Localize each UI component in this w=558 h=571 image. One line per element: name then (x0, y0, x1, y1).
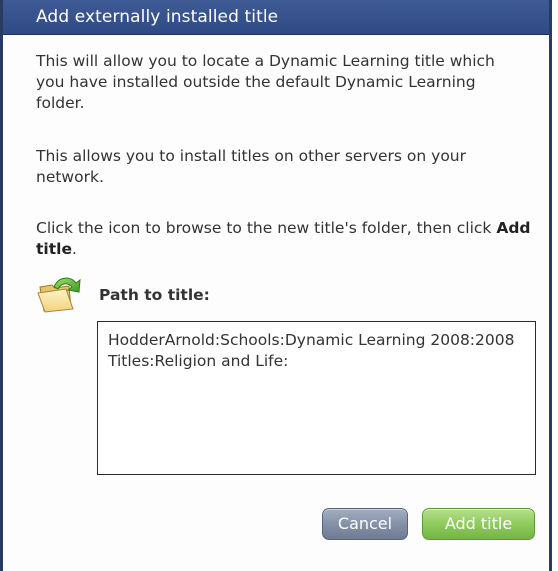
dialog-title: Add externally installed title (36, 7, 279, 27)
add-title-button[interactable]: Add title (422, 508, 535, 540)
add-external-title-dialog: Add externally installed title This will… (0, 0, 552, 571)
dialog-titlebar: Add externally installed title (3, 0, 549, 35)
instruction-paragraph: Click the icon to browse to the new titl… (36, 218, 536, 260)
instruction-suffix: . (71, 240, 77, 258)
path-to-title-field[interactable]: HodderArnold:Schools:Dynamic Learning 20… (97, 321, 536, 475)
description-paragraph-1: This will allow you to locate a Dynamic … (36, 52, 495, 112)
instruction-prefix: Click the icon to browse to the new titl… (36, 219, 497, 237)
folder-browse-icon[interactable] (36, 275, 82, 313)
description-paragraph-2: This allows you to install titles on oth… (36, 147, 467, 186)
cancel-button[interactable]: Cancel (322, 508, 408, 540)
path-to-title-label: Path to title: (99, 286, 210, 304)
